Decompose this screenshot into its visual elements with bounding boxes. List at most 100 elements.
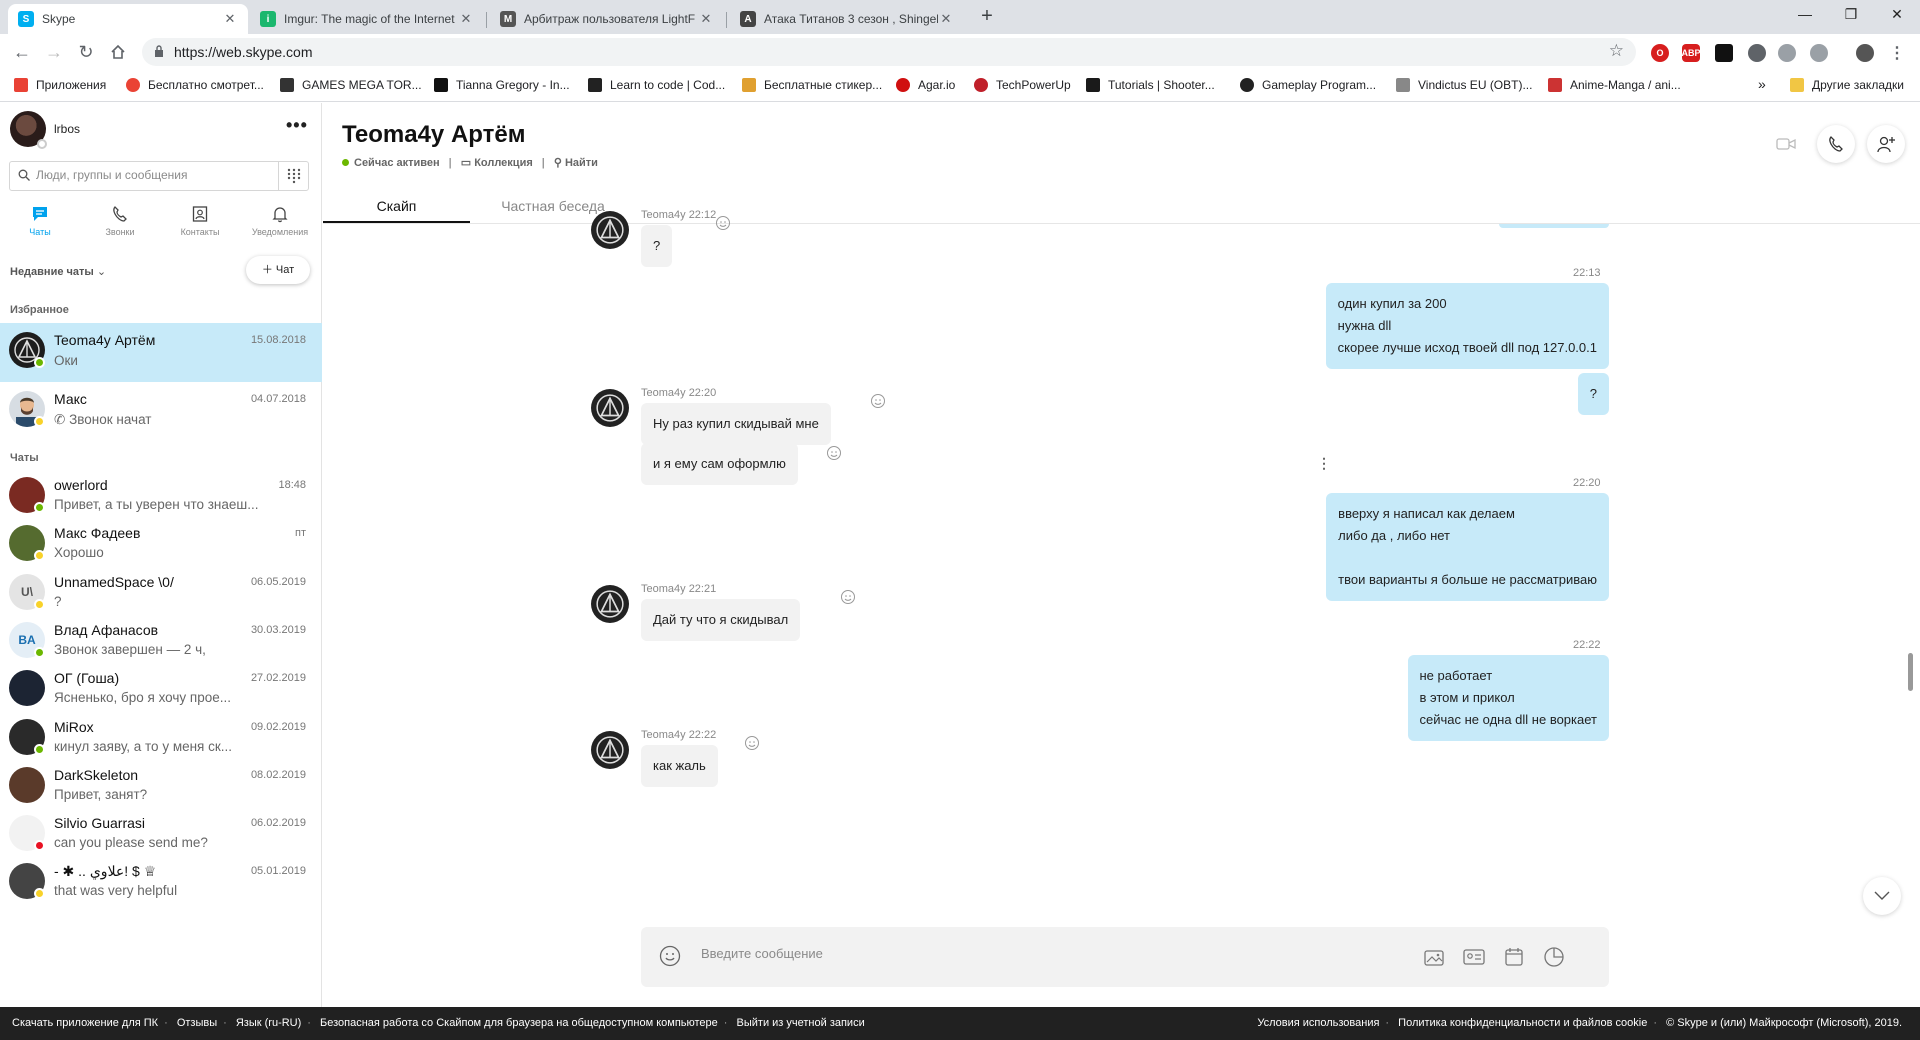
chat-list-item[interactable]: - ✱ .. علاوي! $ ♕ that was very helpful 05… xyxy=(0,857,322,905)
video-call-button[interactable] xyxy=(1767,125,1805,163)
chat-list-item[interactable]: Макс Фадеев Хорошо пт xyxy=(0,519,322,567)
extension-icon[interactable] xyxy=(1715,44,1733,62)
avatar[interactable] xyxy=(591,389,629,427)
back-button[interactable]: ← xyxy=(10,40,34,64)
bookmark-item[interactable]: Бесплатные стикер... xyxy=(742,78,882,92)
avatar[interactable] xyxy=(591,211,629,249)
tab-skype[interactable]: Скайп xyxy=(323,193,470,223)
audio-call-button[interactable] xyxy=(1817,125,1855,163)
incoming-message-bubble[interactable]: и я ему сам оформлю xyxy=(641,443,798,485)
bookmark-item[interactable]: Приложения xyxy=(14,78,106,92)
download-app-link[interactable]: Скачать приложение для ПК xyxy=(12,1017,158,1029)
add-reaction-icon[interactable] xyxy=(715,215,731,231)
chat-list-item[interactable]: ОГ (Гоша) Ясненько, бро я хочу прое... 27.… xyxy=(0,664,322,712)
incoming-message-bubble[interactable]: ? xyxy=(641,225,673,267)
chrome-menu-icon[interactable]: ⋮ xyxy=(1888,44,1906,62)
reload-button[interactable]: ↻ xyxy=(74,40,98,64)
tab-notifications[interactable]: Уведомления xyxy=(240,203,320,249)
search-box[interactable] xyxy=(9,161,309,191)
address-bar[interactable]: https://web.skype.com ☆ xyxy=(142,38,1636,66)
browser-tab-skype[interactable]: S Skype ✕ xyxy=(8,4,248,34)
extension-icon[interactable] xyxy=(1748,44,1766,62)
scroll-to-bottom-button[interactable] xyxy=(1863,877,1901,915)
close-tab-icon[interactable]: ✕ xyxy=(938,11,954,27)
add-people-button[interactable] xyxy=(1867,125,1905,163)
feedback-link[interactable]: Отзывы xyxy=(177,1017,217,1029)
contact-card-icon[interactable] xyxy=(1461,944,1487,970)
minimize-button[interactable]: — xyxy=(1782,0,1828,30)
emoji-icon[interactable] xyxy=(659,945,681,967)
tab-contacts[interactable]: Контакты xyxy=(160,203,240,249)
scrollbar-thumb[interactable] xyxy=(1908,653,1913,691)
chat-list-item[interactable]: Teoma4y Артём Оки 15.08.2018 xyxy=(0,323,322,382)
search-input[interactable] xyxy=(36,168,276,182)
other-bookmarks-folder[interactable]: Другие закладки xyxy=(1790,78,1904,92)
bookmarks-overflow-button[interactable]: » xyxy=(1758,76,1766,92)
language-link[interactable]: Язык (ru-RU) xyxy=(236,1017,301,1029)
message-input[interactable] xyxy=(701,946,1401,961)
chat-list-item[interactable]: BA Влад Афанасов Звонок завершен — 2 ч, 30.… xyxy=(0,616,322,664)
close-tab-icon[interactable]: ✕ xyxy=(458,11,474,27)
chat-list-item[interactable]: owerlord Привет, а ты уверен что знаеш...… xyxy=(0,471,322,519)
sign-out-link[interactable]: Выйти из учетной записи xyxy=(737,1017,865,1029)
more-options-icon[interactable]: ••• xyxy=(286,115,308,136)
bookmark-item[interactable]: Agar.io xyxy=(896,78,955,92)
chat-list-item[interactable]: MiRox кинул заяву, а то у меня ск... 09.02… xyxy=(0,713,322,761)
adblock-extension-icon[interactable]: ABP xyxy=(1682,44,1701,62)
bookmark-item[interactable]: Tutorials | Shooter... xyxy=(1086,78,1215,92)
incoming-message-bubble[interactable]: Дай ту что я скидывал xyxy=(641,599,801,641)
bookmark-item[interactable]: Бесплатно смотрет... xyxy=(126,78,264,92)
bookmark-item[interactable]: Tianna Gregory - In... xyxy=(434,78,570,92)
privacy-link[interactable]: Политика конфиденциальности и файлов coo… xyxy=(1398,1017,1647,1029)
globe-extension-icon[interactable] xyxy=(1778,44,1796,62)
bookmark-item[interactable]: GAMES MEGA TOR... xyxy=(280,78,422,92)
outgoing-message-bubble[interactable]: ? xyxy=(1577,373,1609,415)
bookmark-item[interactable]: TechPowerUp xyxy=(974,78,1071,92)
terms-link[interactable]: Условия использования xyxy=(1257,1017,1379,1029)
outgoing-message-bubble[interactable]: один купил за 200 нужна dll скорее лучше… xyxy=(1325,283,1609,369)
forward-button[interactable]: → xyxy=(42,40,66,64)
browser-tab-anime[interactable]: A Атака Титанов 3 сезон , Shingeki ✕ xyxy=(730,4,964,34)
poll-icon[interactable] xyxy=(1541,944,1567,970)
opera-extension-icon[interactable]: O xyxy=(1651,44,1669,62)
bookmark-item[interactable]: Learn to code | Cod... xyxy=(588,78,725,92)
chat-list-item[interactable]: DarkSkeleton Привет, занят? 08.02.2019 xyxy=(0,761,322,809)
find-link[interactable]: ⚲ Найти xyxy=(554,156,598,169)
home-button[interactable] xyxy=(106,40,130,64)
bookmark-star-icon[interactable]: ☆ xyxy=(1609,41,1624,61)
chat-list-item[interactable]: Макс ✆ Звонок начат 04.07.2018 xyxy=(0,382,322,441)
add-reaction-icon[interactable] xyxy=(826,445,842,461)
public-computer-link[interactable]: Безопасная работа со Скайпом для браузер… xyxy=(320,1017,718,1029)
browser-tab-imgur[interactable]: i Imgur: The magic of the Internet ✕ xyxy=(250,4,484,34)
restore-button[interactable]: ❐ xyxy=(1828,0,1874,30)
avatar[interactable] xyxy=(591,585,629,623)
dialpad-button[interactable] xyxy=(278,162,308,190)
incoming-message-bubble[interactable]: как жаль xyxy=(641,745,718,787)
incoming-message-bubble[interactable]: Ну раз купил скидывай мне xyxy=(641,403,831,445)
profile-name[interactable]: lrbos xyxy=(54,122,80,136)
profile-avatar-icon[interactable] xyxy=(1856,44,1874,62)
chat-list-item[interactable]: Silvio Guarrasi can you please send me? 06… xyxy=(0,809,322,857)
bookmark-item[interactable]: Gameplay Program... xyxy=(1240,78,1376,92)
tab-calls[interactable]: Звонки xyxy=(80,203,160,249)
bookmark-item[interactable]: Anime-Manga / ani... xyxy=(1548,78,1681,92)
schedule-call-icon[interactable] xyxy=(1501,944,1527,970)
new-chat-button[interactable]: ＋ Чат xyxy=(246,256,310,284)
extension-icon[interactable] xyxy=(1810,44,1828,62)
add-reaction-icon[interactable] xyxy=(840,589,856,605)
close-tab-icon[interactable]: ✕ xyxy=(222,11,238,27)
new-tab-button[interactable]: + xyxy=(976,6,998,28)
outgoing-message-bubble[interactable]: не работает в этом и прикол сейчас не од… xyxy=(1407,655,1609,741)
close-tab-icon[interactable]: ✕ xyxy=(698,11,714,27)
close-window-button[interactable]: ✕ xyxy=(1874,0,1920,30)
recent-chats-dropdown[interactable]: Недавние чаты ⌄ xyxy=(10,265,106,278)
browser-tab-lightf[interactable]: M Арбитраж пользователя LightF ✕ xyxy=(490,4,724,34)
tab-chats[interactable]: Чаты xyxy=(0,203,80,249)
add-reaction-icon[interactable] xyxy=(870,393,886,409)
message-options-icon[interactable]: ⋮ xyxy=(1317,455,1331,472)
gallery-icon[interactable] xyxy=(1421,944,1447,970)
gallery-link[interactable]: ▭ Коллекция xyxy=(461,156,533,169)
chat-list-item[interactable]: U\ UnnamedSpace \0/? 06.05.2019 xyxy=(0,568,322,616)
conversation-title[interactable]: Teoma4y Артём xyxy=(342,121,525,149)
outgoing-message-bubble[interactable]: вверху я написал как делаем либо да , ли… xyxy=(1326,493,1609,601)
